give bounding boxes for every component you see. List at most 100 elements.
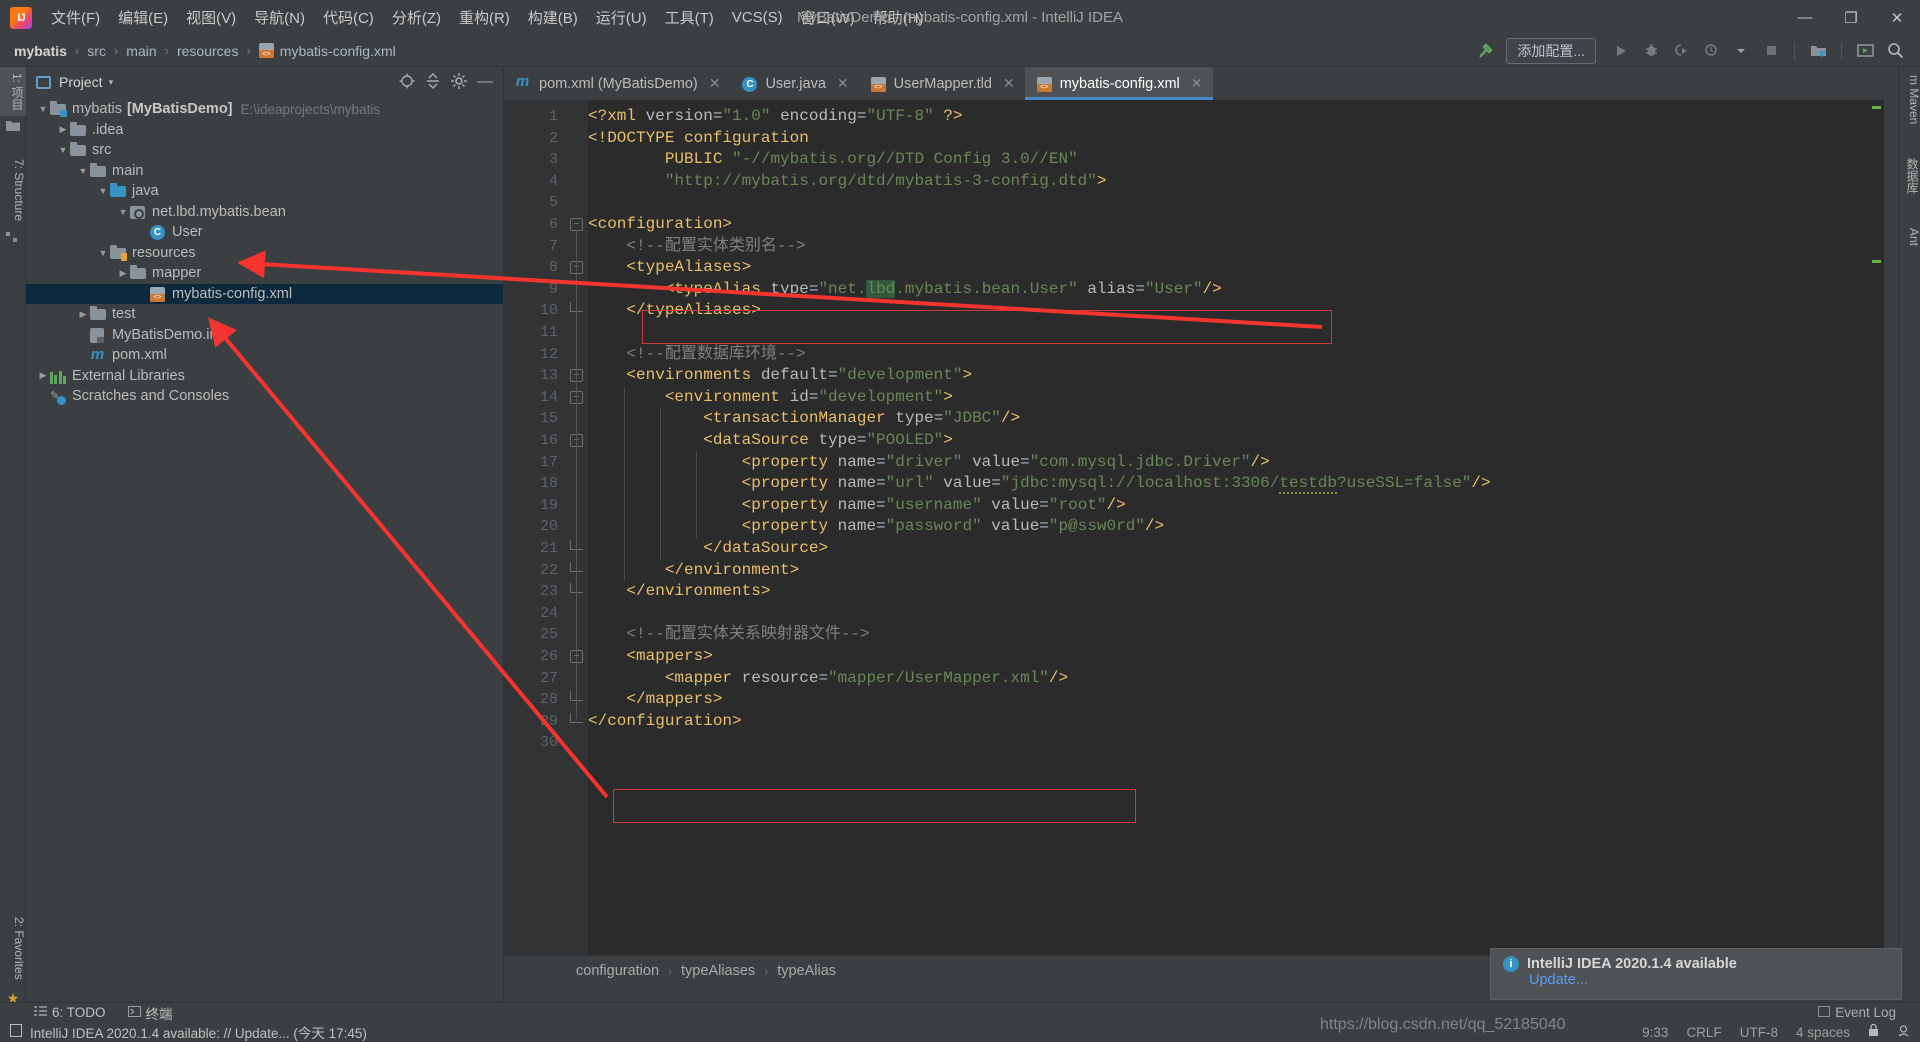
sidebar-tab-project[interactable]: 1: 项目: [0, 67, 26, 117]
bottom-tab-todo[interactable]: 6: TODO: [34, 1005, 106, 1020]
status-message[interactable]: IntelliJ IDEA 2020.1.4 available: // Upd…: [30, 1022, 367, 1042]
locate-icon[interactable]: [399, 73, 415, 92]
code-line-16[interactable]: <dataSource type="POOLED">: [588, 430, 953, 452]
navbar-crumb-3[interactable]: resources: [177, 43, 238, 59]
file-encoding[interactable]: UTF-8: [1740, 1025, 1778, 1040]
tree-item-java[interactable]: ▼ java: [26, 181, 503, 202]
sidebar-tab-database[interactable]: 数据库: [1899, 150, 1920, 202]
menu-item-7[interactable]: 构建(B): [519, 4, 587, 31]
code-line-7[interactable]: <!--配置实体类别名-->: [588, 236, 805, 258]
sidebar-tab-favorites[interactable]: 2: Favorites: [0, 911, 26, 986]
indent-setting[interactable]: 4 spaces: [1796, 1025, 1850, 1040]
line-separator[interactable]: CRLF: [1686, 1025, 1721, 1040]
tree-item-mapper[interactable]: ▶ mapper: [26, 263, 503, 284]
editor-tab-usermapper-tld[interactable]: UserMapper.tld ✕: [859, 67, 1025, 100]
menu-item-0[interactable]: 文件(F): [42, 4, 109, 31]
menu-item-5[interactable]: 分析(Z): [383, 4, 450, 31]
folder-strip-icon[interactable]: [0, 116, 26, 139]
sidebar-tab-ant[interactable]: Ant: [1899, 220, 1920, 254]
chevron-down-icon[interactable]: ▼: [56, 145, 70, 155]
chevron-right-icon[interactable]: ▶: [36, 370, 50, 381]
project-structure-icon[interactable]: [1805, 39, 1831, 63]
editor-breadcrumb-item-2[interactable]: typeAlias: [777, 963, 836, 979]
close-tab-icon[interactable]: ✕: [1003, 75, 1015, 92]
editor-code-area[interactable]: <?xml version="1.0" encoding="UTF-8" ?> <…: [588, 100, 1884, 955]
menu-item-8[interactable]: 运行(U): [587, 4, 656, 31]
close-icon[interactable]: ✕: [1874, 0, 1920, 35]
tree-item-src[interactable]: ▼ src: [26, 140, 503, 161]
gear-icon[interactable]: [451, 72, 467, 92]
chevron-right-icon[interactable]: ▶: [56, 124, 70, 135]
run-icon[interactable]: [1608, 39, 1634, 63]
notification-update-link[interactable]: Update...: [1529, 972, 1889, 988]
menu-item-10[interactable]: VCS(S): [723, 6, 792, 29]
notification-balloon[interactable]: i IntelliJ IDEA 2020.1.4 available Updat…: [1490, 948, 1902, 1000]
code-line-13[interactable]: <environments default="development">: [588, 365, 972, 387]
code-line-26[interactable]: <mappers>: [588, 646, 712, 668]
maximize-icon[interactable]: ❐: [1828, 0, 1874, 35]
close-tab-icon[interactable]: ✕: [1191, 75, 1203, 92]
chevron-down-icon[interactable]: ▾: [109, 77, 114, 88]
sidebar-tab-maven[interactable]: m Maven: [1899, 67, 1920, 132]
code-line-8[interactable]: <typeAliases>: [588, 257, 751, 279]
bottom-tab-event-log[interactable]: Event Log: [1818, 1005, 1896, 1020]
code-line-19[interactable]: <property name="username" value="root"/>: [588, 495, 1126, 517]
code-line-12[interactable]: <!--配置数据库环境-->: [588, 344, 805, 366]
tree-item-main[interactable]: ▼ main: [26, 161, 503, 182]
add-configuration-button[interactable]: 添加配置...: [1506, 37, 1596, 64]
code-line-6[interactable]: <configuration>: [588, 214, 732, 236]
navbar-crumb-2[interactable]: main: [126, 43, 156, 59]
editor-breadcrumb-item-0[interactable]: configuration: [576, 963, 659, 979]
tree-item-net-lbd-mybatis-bean[interactable]: ▼ net.lbd.mybatis.bean: [26, 202, 503, 223]
code-line-23[interactable]: </environments>: [588, 581, 770, 603]
editor-tab-mybatis-config-xml[interactable]: mybatis-config.xml ✕: [1024, 67, 1213, 100]
stop-icon[interactable]: [1758, 39, 1784, 63]
build-hammer-icon[interactable]: [1472, 39, 1498, 63]
tree-item-scratches-and-consoles[interactable]: ✎ Scratches and Consoles: [26, 386, 503, 407]
close-tab-icon[interactable]: ✕: [709, 75, 721, 92]
code-line-27[interactable]: <mapper resource="mapper/UserMapper.xml"…: [588, 668, 1068, 690]
navbar-crumb-0[interactable]: mybatis: [14, 43, 67, 59]
menu-item-6[interactable]: 重构(R): [450, 4, 519, 31]
code-line-2[interactable]: <!DOCTYPE configuration: [588, 128, 809, 150]
tree-item-external-libraries[interactable]: ▶ External Libraries: [26, 366, 503, 387]
update-icon[interactable]: [1852, 39, 1878, 63]
code-line-9[interactable]: <typeAlias type="net.lbd.mybatis.bean.Us…: [588, 279, 1222, 301]
sidebar-tab-structure[interactable]: 7: Structure: [0, 153, 26, 227]
editor-tab-user-java[interactable]: C User.java ✕: [730, 67, 858, 100]
menu-item-1[interactable]: 编辑(E): [109, 4, 177, 31]
tree-item-pom-xml[interactable]: m pom.xml: [26, 345, 503, 366]
code-editor[interactable]: 1 2 3 4 5 6 7 8 9 10 11 12 13 14 15 16 17 18 19 20 21 22 23 24 2…: [504, 100, 1884, 955]
profiler-icon[interactable]: [1698, 39, 1724, 63]
tree-item-user[interactable]: C User: [26, 222, 503, 243]
code-line-20[interactable]: <property name="password" value="p@ssw0r…: [588, 516, 1165, 538]
close-tab-icon[interactable]: ✕: [837, 75, 849, 92]
chevron-right-icon[interactable]: ▶: [76, 309, 90, 320]
editor-gutter[interactable]: 1 2 3 4 5 6 7 8 9 10 11 12 13 14 15 16 17 18 19 20 21 22 23 24 2…: [504, 100, 566, 955]
tree-item-mybatis[interactable]: ▼ mybatis [MyBatisDemo] E:\ideaprojects\myb…: [26, 99, 503, 120]
menu-item-12[interactable]: 帮助(H): [864, 4, 933, 31]
caret-position[interactable]: 9:33: [1642, 1025, 1668, 1040]
code-line-10[interactable]: </typeAliases>: [588, 300, 760, 322]
bottom-tab-terminal[interactable]: 终端: [127, 1003, 173, 1023]
chevron-down-icon[interactable]: ▼: [36, 104, 50, 114]
chevron-down-icon[interactable]: ▼: [96, 248, 110, 258]
tree-item-mybatisdemo-iml[interactable]: MyBatisDemo.iml: [26, 325, 503, 346]
menu-item-4[interactable]: 代码(C): [314, 4, 383, 31]
menu-item-11[interactable]: 窗口(W): [792, 4, 864, 31]
search-icon[interactable]: [1882, 39, 1908, 63]
debug-icon[interactable]: [1638, 39, 1664, 63]
code-line-14[interactable]: <environment id="development">: [588, 387, 953, 409]
code-line-15[interactable]: <transactionManager type="JDBC"/>: [588, 408, 1020, 430]
code-line-29[interactable]: </configuration>: [588, 711, 742, 733]
hide-icon[interactable]: —: [477, 74, 493, 90]
tree-item-test[interactable]: ▶ test: [26, 304, 503, 325]
code-line-22[interactable]: </environment>: [588, 560, 799, 582]
lock-icon[interactable]: [1868, 1023, 1879, 1040]
code-line-3[interactable]: PUBLIC "-//mybatis.org//DTD Config 3.0//…: [588, 149, 1078, 171]
menu-item-9[interactable]: 工具(T): [656, 4, 723, 31]
menu-item-2[interactable]: 视图(V): [177, 4, 245, 31]
dropdown-arrow-icon[interactable]: [1728, 39, 1754, 63]
code-line-1[interactable]: <?xml version="1.0" encoding="UTF-8" ?>: [588, 106, 963, 128]
tree-item-resources[interactable]: ▼ resources: [26, 243, 503, 264]
